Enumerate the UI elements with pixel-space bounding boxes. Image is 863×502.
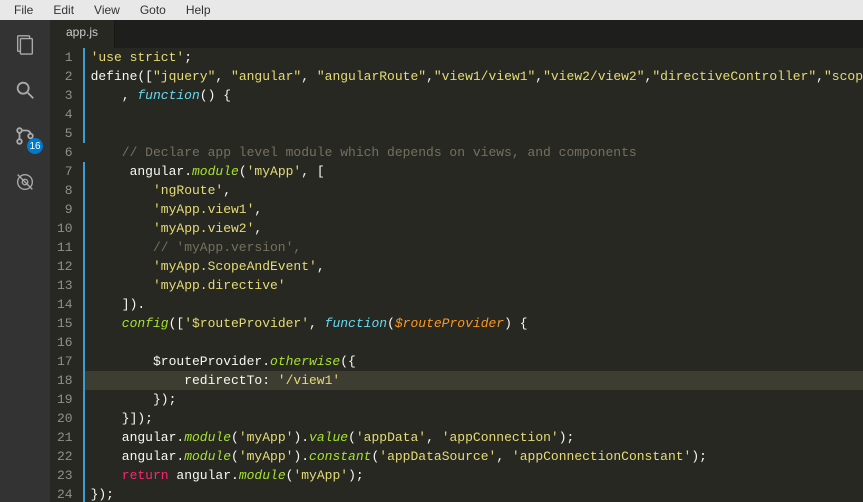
git-icon[interactable]: 16 [11, 122, 39, 150]
menu-view[interactable]: View [84, 2, 130, 18]
code-line[interactable]: 'myApp.ScopeAndEvent', [83, 257, 863, 276]
code-line[interactable] [83, 105, 863, 124]
line-number: 6 [50, 143, 73, 162]
line-number: 16 [50, 333, 73, 352]
line-number: 8 [50, 181, 73, 200]
activity-bar: 16 [0, 20, 50, 502]
code-line[interactable]: }]); [83, 409, 863, 428]
line-number: 17 [50, 352, 73, 371]
editor-area: app.js 123456789101112131415161718192021… [50, 20, 863, 502]
code-line[interactable]: $routeProvider.otherwise({ [83, 352, 863, 371]
tab-bar: app.js [50, 20, 863, 48]
line-number: 18 [50, 371, 73, 390]
line-number: 23 [50, 466, 73, 485]
line-number: 5 [50, 124, 73, 143]
code-line[interactable]: angular.module('myApp', [ [83, 162, 863, 181]
code-line[interactable] [83, 333, 863, 352]
line-number: 22 [50, 447, 73, 466]
code-line[interactable]: redirectTo: '/view1' [83, 371, 863, 390]
code-line[interactable]: return angular.module('myApp'); [83, 466, 863, 485]
debug-icon[interactable] [11, 168, 39, 196]
code-line[interactable]: define(["jquery", "angular", "angularRou… [83, 67, 863, 86]
line-number: 21 [50, 428, 73, 447]
menu-help[interactable]: Help [176, 2, 221, 18]
code-line[interactable] [83, 124, 863, 143]
line-number: 10 [50, 219, 73, 238]
line-number: 19 [50, 390, 73, 409]
code-line[interactable]: 'ngRoute', [83, 181, 863, 200]
code-content[interactable]: 'use strict';define(["jquery", "angular"… [83, 48, 863, 502]
code-line[interactable]: }); [83, 485, 863, 502]
menu-edit[interactable]: Edit [43, 2, 84, 18]
code-line[interactable]: 'myApp.view2', [83, 219, 863, 238]
line-number: 24 [50, 485, 73, 502]
menu-goto[interactable]: Goto [130, 2, 176, 18]
code-line[interactable]: }); [83, 390, 863, 409]
code-line[interactable]: ]). [83, 295, 863, 314]
git-badge: 16 [27, 138, 43, 154]
line-number: 9 [50, 200, 73, 219]
explorer-icon[interactable] [11, 30, 39, 58]
line-number: 3 [50, 86, 73, 105]
tab-app-js[interactable]: app.js [50, 20, 115, 48]
line-number: 4 [50, 105, 73, 124]
line-number: 11 [50, 238, 73, 257]
line-number: 1 [50, 48, 73, 67]
line-number: 2 [50, 67, 73, 86]
code-line[interactable]: 'use strict'; [83, 48, 863, 67]
menu-file[interactable]: File [4, 2, 43, 18]
line-number: 14 [50, 295, 73, 314]
line-number: 7 [50, 162, 73, 181]
line-number: 12 [50, 257, 73, 276]
main-area: 16 app.js 123456789101112131415161718192… [0, 20, 863, 502]
code-line[interactable]: angular.module('myApp').value('appData',… [83, 428, 863, 447]
line-number: 15 [50, 314, 73, 333]
line-number: 13 [50, 276, 73, 295]
code-line[interactable]: // 'myApp.version', [83, 238, 863, 257]
line-number-gutter: 123456789101112131415161718192021222324 [50, 48, 83, 502]
code-line[interactable]: angular.module('myApp').constant('appDat… [83, 447, 863, 466]
code-line[interactable]: 'myApp.directive' [83, 276, 863, 295]
code-line[interactable]: // Declare app level module which depend… [83, 143, 863, 162]
search-icon[interactable] [11, 76, 39, 104]
code-line[interactable]: 'myApp.view1', [83, 200, 863, 219]
editor[interactable]: 123456789101112131415161718192021222324 … [50, 48, 863, 502]
line-number: 20 [50, 409, 73, 428]
menubar: File Edit View Goto Help [0, 0, 863, 20]
code-line[interactable]: , function() { [83, 86, 863, 105]
code-line[interactable]: config(['$routeProvider', function($rout… [83, 314, 863, 333]
